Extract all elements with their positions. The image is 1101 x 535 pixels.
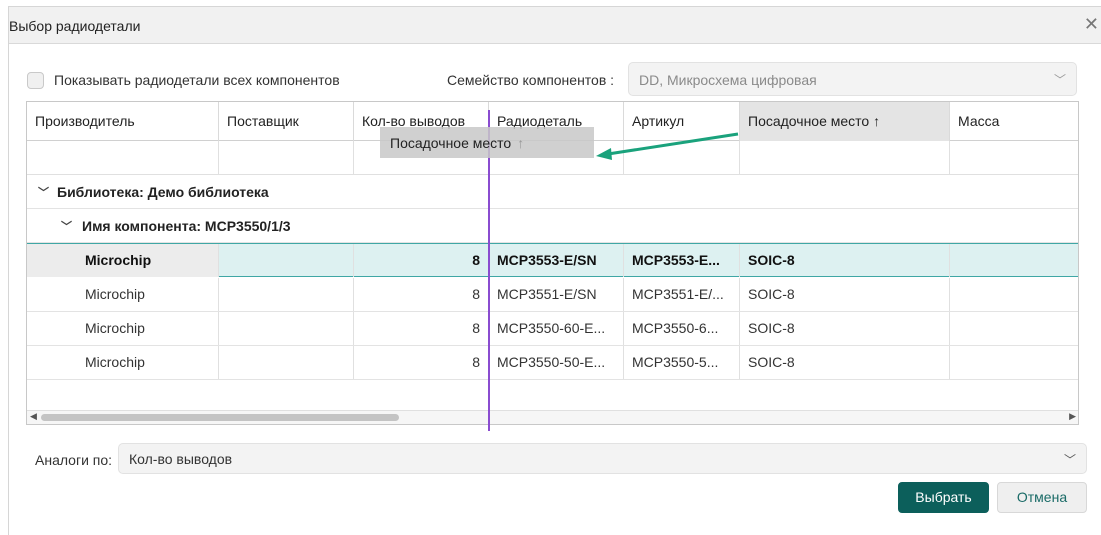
column-header-supplier[interactable]: Поставщик [219, 102, 354, 141]
cell-part: MCP3553-E/SN [489, 244, 624, 277]
cell-manufacturer: Microchip [27, 312, 219, 345]
cell-manufacturer: Microchip [27, 346, 219, 379]
cell-mass [950, 244, 1078, 277]
cell-footprint: SOIC-8 [740, 346, 950, 379]
cell-article: MCP3550-5... [624, 346, 740, 379]
cell-mass [950, 346, 1078, 379]
cell-part: MCP3550-50-E... [489, 346, 624, 379]
analogs-select[interactable]: Кол-во выводов ﹀ [118, 443, 1087, 474]
cell-part: MCP3550-60-E... [489, 312, 624, 345]
scrollbar-thumb[interactable] [41, 414, 399, 421]
cell-article: MCP3551-E/... [624, 278, 740, 311]
chevron-down-icon: ﹀ [1063, 453, 1076, 467]
dialog-titlebar: Выбор радиодетали ✕ [9, 7, 1101, 44]
show-all-checkbox[interactable] [27, 71, 44, 89]
column-header-manufacturer[interactable]: Производитель [27, 102, 219, 141]
chevron-down-icon[interactable]: ﹀ [38, 184, 49, 200]
family-value: DD, Микросхема цифровая [639, 72, 817, 88]
scroll-left-icon[interactable]: ◀ [30, 411, 37, 422]
filter-cell[interactable] [950, 141, 1078, 174]
cell-manufacturer: Microchip [27, 244, 219, 277]
analogs-value: Кол-во выводов [129, 451, 233, 467]
column-drop-marker [488, 110, 490, 431]
column-drag-ghost: Посадочное место ↑ [380, 127, 594, 158]
column-header-article[interactable]: Артикул [624, 102, 740, 141]
cell-pin-count: 8 [354, 244, 489, 277]
select-button[interactable]: Выбрать [898, 482, 989, 513]
show-all-label: Показывать радиодетали всех компонентов [54, 72, 340, 88]
table-row[interactable]: Microchip 8 MCP3551-E/SN MCP3551-E/... S… [27, 278, 1078, 312]
table-row[interactable]: Microchip 8 MCP3553-E/SN MCP3553-E... SO… [27, 243, 1078, 277]
cell-article: MCP3550-6... [624, 312, 740, 345]
cell-footprint: SOIC-8 [740, 244, 950, 277]
chevron-down-icon[interactable]: ﹀ [61, 218, 72, 234]
filter-cell[interactable] [27, 141, 219, 174]
filter-cell[interactable] [219, 141, 354, 174]
group-library-label: Библиотека: Демо библиотека [57, 184, 269, 200]
cell-manufacturer: Microchip [27, 278, 219, 311]
cell-supplier [219, 244, 354, 277]
cell-pin-count: 8 [354, 278, 489, 311]
horizontal-scrollbar[interactable]: ◀ ▶ [27, 410, 1078, 424]
group-row-component[interactable]: ﹀ Имя компонента: MCP3550/1/3 [27, 209, 1078, 243]
group-row-library[interactable]: ﹀ Библиотека: Демо библиотека [27, 175, 1078, 209]
chevron-down-icon: ﹀ [1053, 73, 1066, 87]
close-icon[interactable]: ✕ [1084, 14, 1099, 35]
group-component-label: Имя компонента: MCP3550/1/3 [82, 218, 291, 234]
cell-supplier [219, 278, 354, 311]
arrow-up-icon: ↑ [517, 135, 525, 151]
dialog-title: Выбор радиодетали [9, 18, 141, 34]
filter-cell[interactable] [624, 141, 740, 174]
scroll-right-icon[interactable]: ▶ [1069, 411, 1076, 422]
drag-ghost-label: Посадочное место [390, 135, 512, 151]
column-header-footprint[interactable]: Посадочное место ↑ [740, 102, 950, 141]
cell-mass [950, 312, 1078, 345]
cell-article: MCP3553-E... [624, 244, 740, 277]
filter-cell[interactable] [740, 141, 950, 174]
cell-pin-count: 8 [354, 312, 489, 345]
column-header-mass[interactable]: Масса [950, 102, 1078, 141]
family-label: Семейство компонентов : [447, 72, 615, 88]
cell-part: MCP3551-E/SN [489, 278, 624, 311]
cell-pin-count: 8 [354, 346, 489, 379]
cell-mass [950, 278, 1078, 311]
table-row[interactable]: Microchip 8 MCP3550-50-E... MCP3550-5...… [27, 346, 1078, 380]
cell-footprint: SOIC-8 [740, 312, 950, 345]
analogs-label: Аналоги по: [35, 452, 113, 468]
family-select[interactable]: DD, Микросхема цифровая ﹀ [628, 62, 1077, 96]
cancel-button[interactable]: Отмена [997, 482, 1087, 513]
show-all-option[interactable]: Показывать радиодетали всех компонентов [27, 70, 340, 90]
table-row[interactable]: Microchip 8 MCP3550-60-E... MCP3550-6...… [27, 312, 1078, 346]
cell-supplier [219, 312, 354, 345]
cell-footprint: SOIC-8 [740, 278, 950, 311]
cell-supplier [219, 346, 354, 379]
